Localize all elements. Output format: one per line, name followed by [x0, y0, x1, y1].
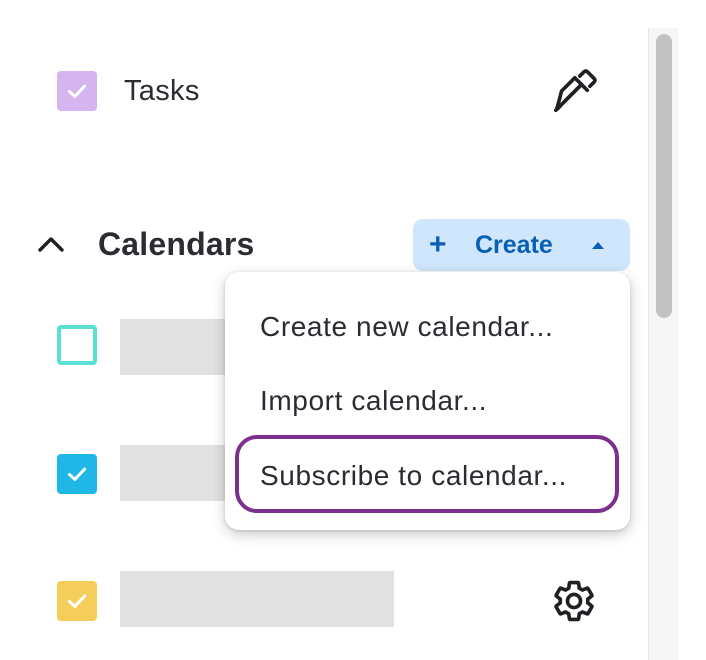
create-dropdown-menu: Create new calendar... Import calendar..…: [225, 272, 630, 530]
menu-item-create-new-calendar[interactable]: Create new calendar...: [260, 309, 553, 345]
eyedropper-icon[interactable]: [552, 68, 598, 114]
calendars-heading: Calendars: [98, 226, 255, 262]
chevron-up-icon[interactable]: [36, 232, 66, 256]
tasks-checkbox[interactable]: [57, 71, 97, 111]
caret-up-icon: [592, 242, 604, 249]
calendar-name-placeholder: [120, 319, 230, 375]
checkmark-icon: [67, 467, 87, 481]
calendar-checkbox[interactable]: [57, 454, 97, 494]
calendar-name-placeholder: [120, 445, 230, 501]
menu-item-subscribe-to-calendar[interactable]: Subscribe to calendar...: [260, 458, 567, 494]
checkmark-icon: [67, 594, 87, 608]
plus-icon: +: [429, 228, 447, 261]
tasks-label: Tasks: [124, 75, 200, 107]
create-button[interactable]: + Create: [413, 219, 630, 271]
checkmark-icon: [67, 84, 87, 98]
calendar-name-placeholder: [120, 571, 394, 627]
calendar-checkbox[interactable]: [57, 325, 97, 365]
create-button-label: Create: [475, 231, 553, 259]
scrollbar-thumb[interactable]: [656, 34, 672, 318]
calendar-checkbox[interactable]: [57, 581, 97, 621]
menu-item-import-calendar[interactable]: Import calendar...: [260, 383, 487, 419]
gear-icon[interactable]: [551, 578, 597, 624]
